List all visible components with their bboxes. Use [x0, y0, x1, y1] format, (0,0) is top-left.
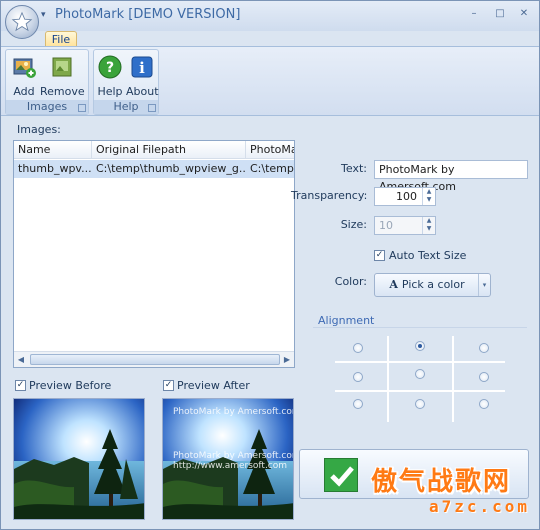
- scroll-thumb[interactable]: [30, 354, 280, 365]
- landscape-photo-before: [14, 399, 144, 519]
- align-middle-right-radio[interactable]: [479, 372, 489, 382]
- align-bottom-right-radio[interactable]: [479, 399, 489, 409]
- watermark-text-top: PhotoMark by Amersoft.com: [173, 407, 294, 417]
- scroll-left-icon[interactable]: ◀: [16, 355, 26, 365]
- site-watermark-logo: 傲气战歌网 a7zc.com: [371, 461, 539, 523]
- auto-text-size-label: Auto Text Size: [389, 249, 467, 262]
- grid-divider: [335, 361, 505, 363]
- help-button[interactable]: ? Help: [96, 52, 124, 100]
- chevron-down-icon[interactable]: ▾: [478, 274, 490, 296]
- ribbon-group-images: Add Remove Images: [5, 49, 89, 115]
- close-button[interactable]: ✕: [517, 7, 531, 21]
- remove-image-icon: [52, 57, 72, 77]
- help-icon: ?: [98, 55, 122, 79]
- remove-button[interactable]: Remove: [40, 52, 85, 100]
- alignment-caption: Alignment: [318, 314, 375, 327]
- images-list-header: Name Original Filepath PhotoMar: [14, 141, 294, 159]
- spinner-arrows-icon[interactable]: ▲ ▼: [422, 217, 435, 234]
- pick-color-label: Pick a color: [401, 278, 465, 291]
- preview-after-label: Preview After: [177, 379, 250, 392]
- grid-divider: [452, 336, 454, 422]
- scroll-right-icon[interactable]: ▶: [282, 355, 292, 365]
- text-label: Text:: [341, 162, 367, 175]
- preview-after-image: PhotoMark by Amersoft.com PhotoMark by A…: [162, 398, 294, 520]
- ribbon-group-help: ? Help i About Help: [93, 49, 159, 115]
- preview-before-image: [13, 398, 145, 520]
- ribbon-tab-row: File: [1, 31, 539, 47]
- about-icon: i: [131, 56, 153, 78]
- preview-before-label: Preview Before: [29, 379, 112, 392]
- images-group-launcher-icon[interactable]: [78, 104, 86, 112]
- transparency-spinner[interactable]: 100 ▲ ▼: [374, 187, 436, 206]
- images-group-label: Images: [6, 100, 88, 114]
- maximize-button[interactable]: □: [493, 7, 507, 21]
- grid-divider: [335, 390, 505, 392]
- column-header-photomark[interactable]: PhotoMar: [246, 141, 294, 159]
- site-logo-chinese-text: 傲气战歌网: [371, 467, 512, 497]
- svg-text:?: ?: [106, 60, 114, 76]
- watermark-text-bottom: http://www.amersoft.com: [173, 461, 288, 471]
- pick-color-button[interactable]: A Pick a color ▾: [374, 273, 491, 297]
- application-menu-button[interactable]: [5, 5, 39, 39]
- preview-before-checkbox[interactable]: ✓: [15, 380, 26, 391]
- add-button[interactable]: Add: [8, 52, 40, 100]
- transparency-value: 100: [396, 190, 417, 203]
- size-value: 10: [379, 219, 393, 232]
- column-header-name[interactable]: Name: [14, 141, 92, 159]
- title-bar: ▾ PhotoMark [DEMO VERSION] – □ ✕: [1, 1, 539, 31]
- cell-original-filepath: C:\temp\thumb_wpview_g...: [96, 162, 246, 175]
- font-color-icon: A: [389, 278, 398, 291]
- images-caption: Images:: [17, 123, 61, 136]
- pick-color-button-main[interactable]: A Pick a color: [375, 274, 479, 296]
- site-logo-url-text: a7zc.com: [429, 497, 531, 516]
- spinner-arrows-icon[interactable]: ▲ ▼: [422, 188, 435, 205]
- images-list[interactable]: Name Original Filepath PhotoMar thumb_wp…: [13, 140, 295, 368]
- add-image-icon: [13, 58, 36, 78]
- align-bottom-center-radio[interactable]: [415, 399, 425, 409]
- horizontal-scrollbar[interactable]: ◀ ▶: [14, 351, 294, 367]
- about-button-label: About: [126, 85, 159, 98]
- cell-photomark-path: C:\temp\t: [250, 162, 294, 175]
- app-window: ▾ PhotoMark [DEMO VERSION] – □ ✕ File Ad…: [0, 0, 540, 530]
- about-button[interactable]: i About: [126, 52, 159, 100]
- alignment-grid: [313, 327, 527, 427]
- align-top-center-radio[interactable]: [415, 341, 425, 351]
- minimize-button[interactable]: –: [467, 7, 481, 21]
- tab-file[interactable]: File: [45, 31, 77, 47]
- preview-after-checkbox[interactable]: ✓: [163, 380, 174, 391]
- help-button-label: Help: [97, 85, 123, 98]
- watermark-text-middle: PhotoMark by Amersoft.com: [173, 451, 294, 461]
- auto-text-size-checkbox[interactable]: ✓: [374, 250, 385, 261]
- remove-button-label: Remove: [40, 85, 85, 98]
- size-spinner[interactable]: 10 ▲ ▼: [374, 216, 436, 235]
- color-label: Color:: [334, 275, 367, 288]
- ribbon: Add Remove Images ? Help i About Help: [1, 46, 539, 116]
- size-label: Size:: [340, 218, 367, 231]
- checkmark-icon: [324, 458, 358, 492]
- quick-access-dropdown-icon[interactable]: ▾: [41, 10, 46, 20]
- window-title: PhotoMark [DEMO VERSION]: [55, 7, 241, 22]
- watermark-text-input[interactable]: PhotoMark by Amersoft.com: [374, 160, 528, 193]
- align-middle-left-radio[interactable]: [353, 372, 363, 382]
- column-header-original-filepath[interactable]: Original Filepath: [92, 141, 246, 159]
- help-group-launcher-icon[interactable]: [148, 104, 156, 112]
- align-middle-center-radio[interactable]: [415, 369, 425, 379]
- align-top-right-radio[interactable]: [479, 343, 489, 353]
- add-button-label: Add: [13, 85, 35, 98]
- transparency-label: Transparency:: [291, 189, 368, 202]
- align-bottom-left-radio[interactable]: [353, 399, 363, 409]
- cell-name: thumb_wpv...: [18, 162, 92, 175]
- align-top-left-radio[interactable]: [353, 343, 363, 353]
- table-row[interactable]: thumb_wpv... C:\temp\thumb_wpview_g... C…: [14, 160, 294, 178]
- star-icon: [11, 11, 33, 32]
- svg-text:i: i: [139, 59, 145, 77]
- grid-divider: [387, 336, 389, 422]
